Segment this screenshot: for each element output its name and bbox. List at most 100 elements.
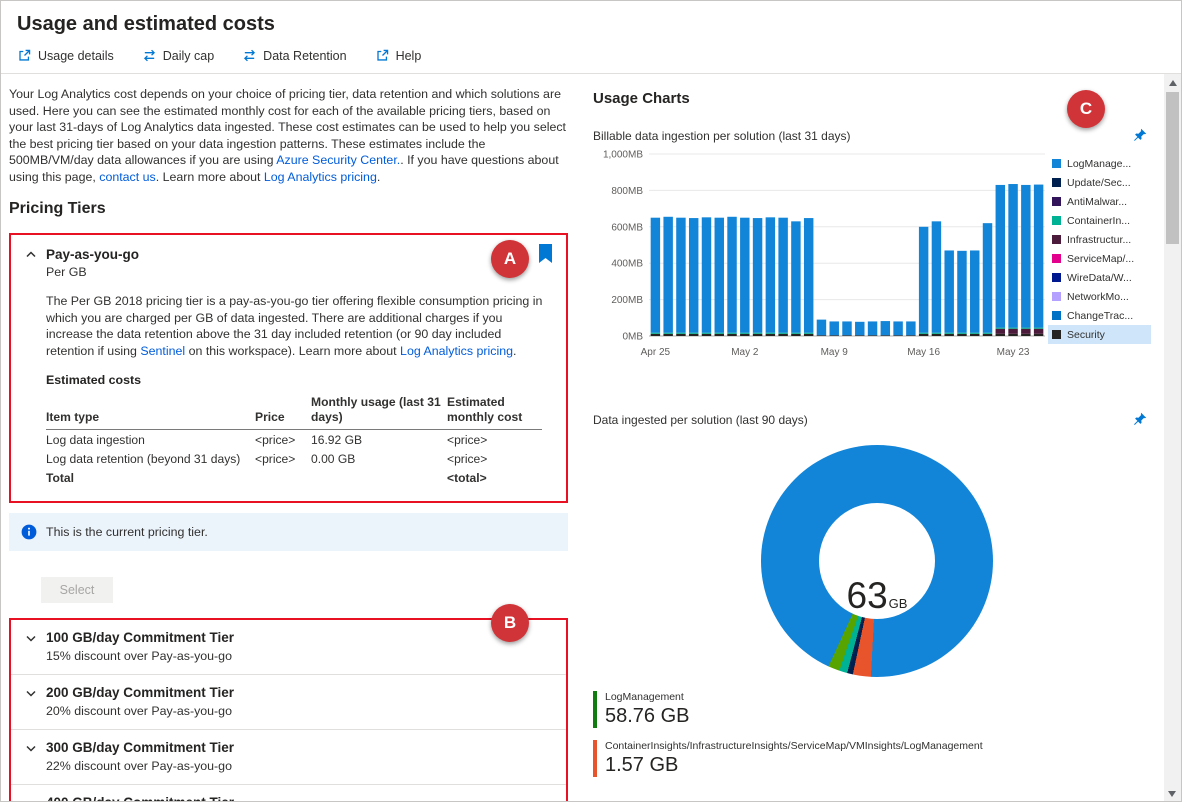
toolbar-item-help[interactable]: Help	[375, 48, 421, 63]
scrollbar-thumb[interactable]	[1166, 92, 1179, 244]
chevron-down-icon[interactable]	[25, 632, 37, 644]
cost-table-cell: <price>	[255, 451, 296, 466]
commitment-tier-title: 200 GB/day Commitment Tier	[46, 685, 235, 701]
right-column: Usage Charts Billable data ingestion per…	[578, 74, 1181, 801]
legend-label: AntiMalwar...	[1067, 195, 1128, 208]
bar-legend-item-update-sec-[interactable]: Update/Sec...	[1048, 173, 1151, 192]
donut-legend-item[interactable]: ContainerInsights/InfrastructureInsights…	[593, 740, 1161, 777]
scroll-down-arrow-icon[interactable]	[1168, 791, 1176, 797]
bar-legend-item-logmanage-[interactable]: LogManage...	[1048, 154, 1151, 173]
chevron-down-icon[interactable]	[25, 687, 37, 699]
scroll-up-arrow-icon[interactable]	[1168, 80, 1177, 86]
toolbar-item-daily-cap[interactable]: Daily cap	[142, 48, 214, 63]
page-title: Usage and estimated costs	[17, 13, 275, 35]
current-tier-note: This is the current pricing tier.	[46, 525, 208, 540]
intro-text-4: .	[376, 169, 381, 184]
cost-table-row: Log data ingestion <price> 16.92 GB <price>	[46, 430, 542, 449]
swap-arrows-icon	[143, 49, 155, 62]
payg-desc-2: on this workspace). Learn more about	[185, 343, 401, 358]
bar-legend-item-servicemap-[interactable]: ServiceMap/...	[1048, 249, 1151, 268]
sentinel-link[interactable]: Sentinel	[140, 344, 185, 358]
legend-swatch-icon	[1052, 178, 1061, 187]
payg-tier-header[interactable]: Pay-as-you-go	[25, 247, 552, 262]
current-tier-info-banner: This is the current pricing tier.	[9, 513, 568, 552]
svg-text:May 9: May 9	[821, 347, 849, 358]
swap-arrows-icon	[244, 49, 256, 62]
legend-swatch-icon	[1052, 254, 1061, 263]
chevron-down-icon[interactable]	[25, 797, 37, 802]
cost-table-cell: <price>	[447, 432, 488, 447]
payg-tier-description: The Per GB 2018 pricing tier is a pay-as…	[46, 293, 548, 359]
contact-us-link[interactable]: contact us	[99, 170, 155, 184]
donut-legend-value: 1.57 GB	[605, 754, 679, 776]
toolbar-item-data-retention[interactable]: Data Retention	[242, 48, 347, 63]
pricing-tiers-heading: Pricing Tiers	[9, 200, 106, 217]
bar-legend-item-networkmo-[interactable]: NetworkMo...	[1048, 287, 1151, 306]
commitment-tier-header[interactable]: 300 GB/day Commitment Tier	[25, 740, 552, 755]
donut-chart-title-row: Data ingested per solution (last 90 days…	[593, 412, 1161, 427]
commitment-tier-row: 400 GB/day Commitment Tier 23% discount …	[11, 785, 566, 802]
left-column: Your Log Analytics cost depends on your …	[1, 74, 578, 802]
donut-chart-title: Data ingested per solution (last 90 days…	[593, 412, 808, 427]
info-icon	[21, 524, 37, 540]
donut-center: 63 GB	[819, 503, 935, 619]
legend-swatch-icon	[1052, 216, 1061, 225]
cost-table-cell: Log data ingestion	[46, 432, 145, 447]
commitment-tier-title: 100 GB/day Commitment Tier	[46, 630, 235, 646]
donut-legend-item[interactable]: LogManagement 58.76 GB	[593, 691, 1161, 728]
estimated-costs-table: Item type Price Monthly usage (last 31 day…	[46, 395, 542, 487]
vertical-scrollbar[interactable]	[1164, 74, 1181, 801]
cost-table-cell: <price>	[447, 451, 488, 466]
cost-table-row: Log data retention (beyond 31 days) <pric…	[46, 449, 542, 468]
bar-chart: 0MB 200MB 400MB 600MB 800MB 1,000MB Apr 25 May …	[603, 150, 1045, 358]
svg-text:May 16: May 16	[907, 347, 940, 358]
donut-legend-value: 58.76 GB	[605, 705, 690, 727]
chevron-up-icon[interactable]	[25, 249, 37, 261]
cost-table-header-cell: Monthly usage (last 31 days)	[311, 395, 441, 425]
bar-legend-item-infrastructur-[interactable]: Infrastructur...	[1048, 230, 1151, 249]
pin-icon[interactable]	[1132, 128, 1147, 143]
cost-table-cell: Total	[46, 470, 74, 485]
annotation-badge-c: C	[1067, 90, 1105, 128]
bar-legend-item-containerin-[interactable]: ContainerIn...	[1048, 211, 1151, 230]
legend-label: ContainerIn...	[1067, 214, 1131, 227]
bar-legend-item-changetrac-[interactable]: ChangeTrac...	[1048, 306, 1151, 325]
bar-legend-item-security[interactable]: Security	[1048, 325, 1151, 344]
commitment-tier-header[interactable]: 200 GB/day Commitment Tier	[25, 685, 552, 700]
svg-text:600MB: 600MB	[611, 222, 643, 233]
cost-table-cell: <total>	[447, 470, 487, 485]
bar-chart-area: 0MB 200MB 400MB 600MB 800MB 1,000MB Apr 25 May …	[593, 146, 1161, 360]
cost-table-header-row: Item type Price Monthly usage (last 31 day…	[46, 395, 542, 431]
intro-text: Your Log Analytics cost depends on your …	[9, 86, 568, 185]
commitment-tier-subtitle: 22% discount over Pay-as-you-go	[46, 759, 232, 774]
cost-table-cell: 16.92 GB	[311, 432, 363, 447]
commitment-tier-title: 400 GB/day Commitment Tier	[46, 795, 234, 801]
log-analytics-pricing-link[interactable]: Log Analytics pricing	[264, 170, 377, 184]
bar-legend-item-wiredata-w-[interactable]: WireData/W...	[1048, 268, 1151, 287]
azure-security-center-link[interactable]: Azure Security Center.	[276, 153, 400, 167]
log-analytics-pricing-link-2[interactable]: Log Analytics pricing	[400, 344, 513, 358]
cost-table-cell	[255, 471, 307, 485]
chevron-down-icon[interactable]	[25, 742, 37, 754]
svg-text:1,000MB: 1,000MB	[603, 150, 643, 161]
select-button[interactable]: Select	[41, 577, 113, 604]
donut-center-value: 63	[846, 575, 888, 616]
bar-legend-item-antimalwar-[interactable]: AntiMalwar...	[1048, 192, 1151, 211]
toolbar-item-usage-details[interactable]: Usage details	[17, 48, 114, 63]
commitment-tier-header[interactable]: 100 GB/day Commitment Tier	[25, 630, 552, 645]
content: Your Log Analytics cost depends on your …	[1, 74, 1181, 802]
svg-text:800MB: 800MB	[611, 186, 643, 197]
commitment-tier-row: 300 GB/day Commitment Tier 22% discount …	[11, 730, 566, 786]
legend-label: NetworkMo...	[1067, 290, 1129, 303]
commitment-tier-row: 100 GB/day Commitment Tier 15% discount …	[11, 620, 566, 676]
annotation-badge-b: B	[491, 604, 529, 642]
cost-table-cell: <price>	[255, 432, 296, 447]
svg-text:0MB: 0MB	[622, 332, 643, 343]
pin-icon[interactable]	[1132, 412, 1147, 427]
commitment-tier-subtitle: 15% discount over Pay-as-you-go	[46, 649, 232, 664]
commitment-tier-header[interactable]: 400 GB/day Commitment Tier	[25, 795, 552, 802]
donut-legend-label: ContainerInsights/InfrastructureInsights…	[605, 740, 983, 752]
legend-label: Update/Sec...	[1067, 176, 1131, 189]
bar-chart-title: Billable data ingestion per solution (la…	[593, 128, 851, 143]
payg-desc-3: .	[513, 343, 517, 358]
